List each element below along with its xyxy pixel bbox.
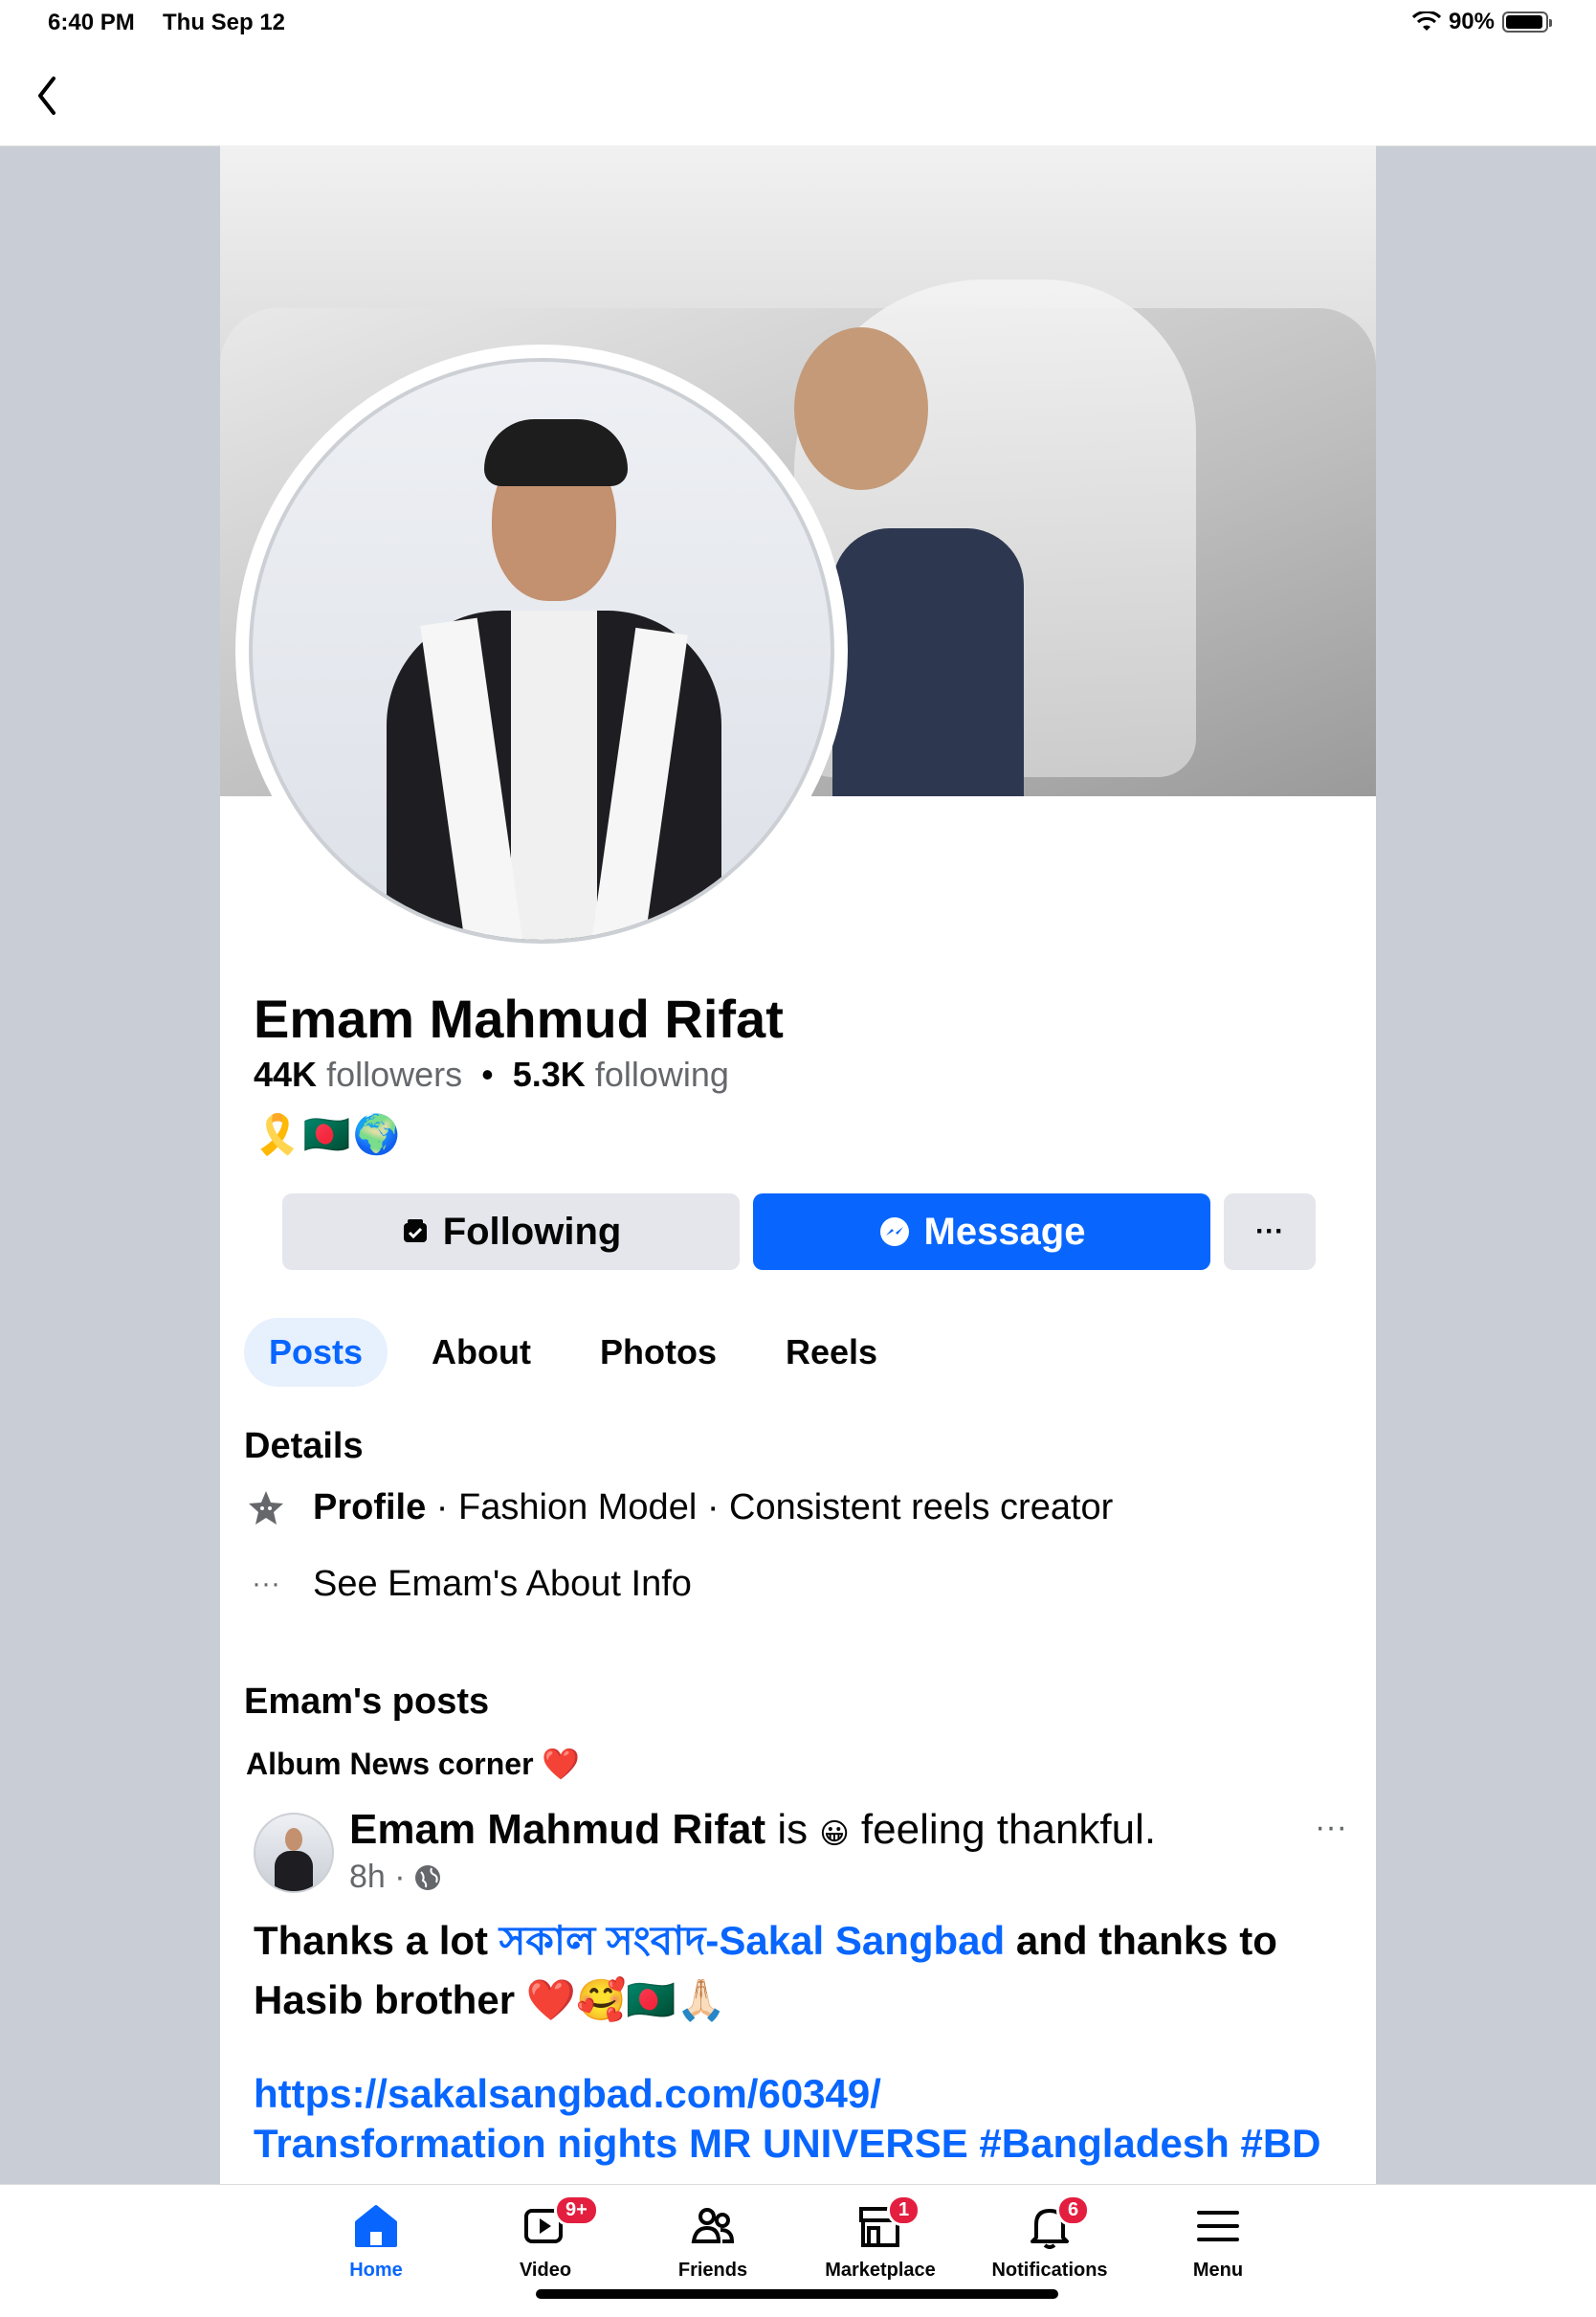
post-activity-text: feeling thankful. [849, 1806, 1157, 1853]
profile-name: Emam Mahmud Rifat [254, 989, 784, 1049]
status-bar: 6:40 PM Thu Sep 12 90% [0, 0, 1596, 48]
tab-home-label: Home [349, 2260, 403, 2281]
message-button-label: Message [923, 1210, 1086, 1253]
following-label[interactable]: following [595, 1055, 729, 1094]
profile-tabs: Posts About Photos Reels [244, 1318, 902, 1387]
notifications-badge: 6 [1056, 2194, 1091, 2226]
tab-friends-label: Friends [677, 2260, 748, 2281]
post-mention-link[interactable]: সকাল সংবাদ-Sakal Sangbad [499, 1918, 1005, 1963]
tab-menu-label: Menu [1192, 2260, 1244, 2281]
tab-about[interactable]: About [407, 1318, 556, 1387]
profile-stats: 44K followers • 5.3K following [254, 1055, 729, 1094]
profile-page: Emam Mahmud Rifat 44K followers • 5.3K f… [220, 145, 1376, 2184]
marketplace-badge: 1 [887, 2194, 921, 2226]
album-label[interactable]: Album News corner ❤️ [246, 1746, 580, 1782]
tab-video[interactable]: 9+ Video [464, 2194, 627, 2282]
more-options-label: ··· [1255, 1215, 1284, 1247]
battery-percent: 90% [1448, 9, 1495, 34]
detail-profile-text: · Fashion Model · Consistent reels creat… [426, 1486, 1114, 1527]
post-activity-prefix: is [765, 1806, 820, 1853]
post-more-button[interactable]: ··· [1315, 1809, 1347, 1846]
post-author-avatar[interactable] [254, 1813, 334, 1893]
post-timestamp: 8h · [349, 1859, 442, 1896]
battery-icon [1502, 11, 1552, 33]
star-badge-icon [244, 1485, 288, 1529]
video-badge: 9+ [554, 2194, 599, 2226]
wifi-icon [1411, 11, 1441, 31]
tab-marketplace-label: Marketplace [825, 2260, 936, 2281]
post-url-block: https://sakalsangbad.com/60349/ Transfor… [254, 2069, 1354, 2169]
messenger-icon [879, 1217, 909, 1246]
tab-notifications-label: Notifications [991, 2260, 1108, 2281]
profile-bio: 🎗️🇧🇩🌍 [254, 1114, 403, 1156]
detail-about-row[interactable]: ··· See Emam's About Info [244, 1562, 692, 1606]
detail-profile-row: Profile · Fashion Model · Consistent ree… [244, 1485, 1113, 1529]
details-title: Details [244, 1426, 364, 1466]
following-count[interactable]: 5.3K [513, 1055, 586, 1094]
post-url-link[interactable]: https://sakalsangbad.com/60349/ [254, 2069, 1354, 2119]
tab-home[interactable]: Home [295, 2196, 457, 2282]
ellipsis-icon: ··· [252, 1568, 280, 1599]
tab-posts[interactable]: Posts [244, 1318, 388, 1387]
post-hashtag-line[interactable]: Transformation nights MR UNIVERSE #Bangl… [254, 2119, 1354, 2169]
tab-menu[interactable]: Menu [1137, 2196, 1299, 2282]
status-date: Thu Sep 12 [163, 10, 286, 35]
profile-avatar[interactable] [249, 358, 834, 944]
following-button[interactable]: Following [282, 1193, 740, 1270]
more-options-button[interactable]: ··· [1224, 1193, 1316, 1270]
activity-emoji: 😀 [819, 1818, 850, 1850]
post-time-text: 8h · [349, 1859, 406, 1895]
tab-reels[interactable]: Reels [761, 1318, 902, 1387]
detail-profile-label: Profile [313, 1486, 427, 1527]
message-button[interactable]: Message [753, 1193, 1210, 1270]
tab-video-label: Video [519, 2260, 572, 2281]
following-check-icon [403, 1219, 427, 1242]
nav-bar [0, 48, 1596, 146]
post-text: Thanks a lot সকাল সংবাদ-Sakal Sangbad an… [254, 1911, 1344, 2030]
globe-icon [414, 1864, 440, 1890]
back-chevron-icon[interactable] [29, 69, 67, 123]
tab-notifications[interactable]: 6 Notifications [968, 2194, 1131, 2282]
home-indicator[interactable] [536, 2289, 1058, 2299]
status-indicators: 90% [1411, 9, 1552, 35]
followers-count[interactable]: 44K [254, 1055, 317, 1094]
post-author-name[interactable]: Emam Mahmud Rifat [349, 1806, 765, 1853]
post-header: Emam Mahmud Rifat is 😀 feeling thankful. [349, 1806, 1156, 1854]
friends-icon [691, 2208, 735, 2243]
home-icon [355, 2205, 397, 2247]
tab-marketplace[interactable]: 1 Marketplace [799, 2194, 962, 2282]
tab-photos[interactable]: Photos [575, 1318, 742, 1387]
followers-label[interactable]: followers [326, 1055, 462, 1094]
post-text-start: Thanks a lot [254, 1918, 499, 1963]
tab-friends[interactable]: Friends [632, 2196, 794, 2282]
hamburger-menu-icon [1197, 2211, 1239, 2241]
about-info-link[interactable]: See Emam's About Info [313, 1564, 692, 1605]
following-button-label: Following [442, 1210, 622, 1253]
posts-section-title: Emam's posts [244, 1682, 490, 1722]
status-time: 6:40 PM [48, 10, 135, 35]
